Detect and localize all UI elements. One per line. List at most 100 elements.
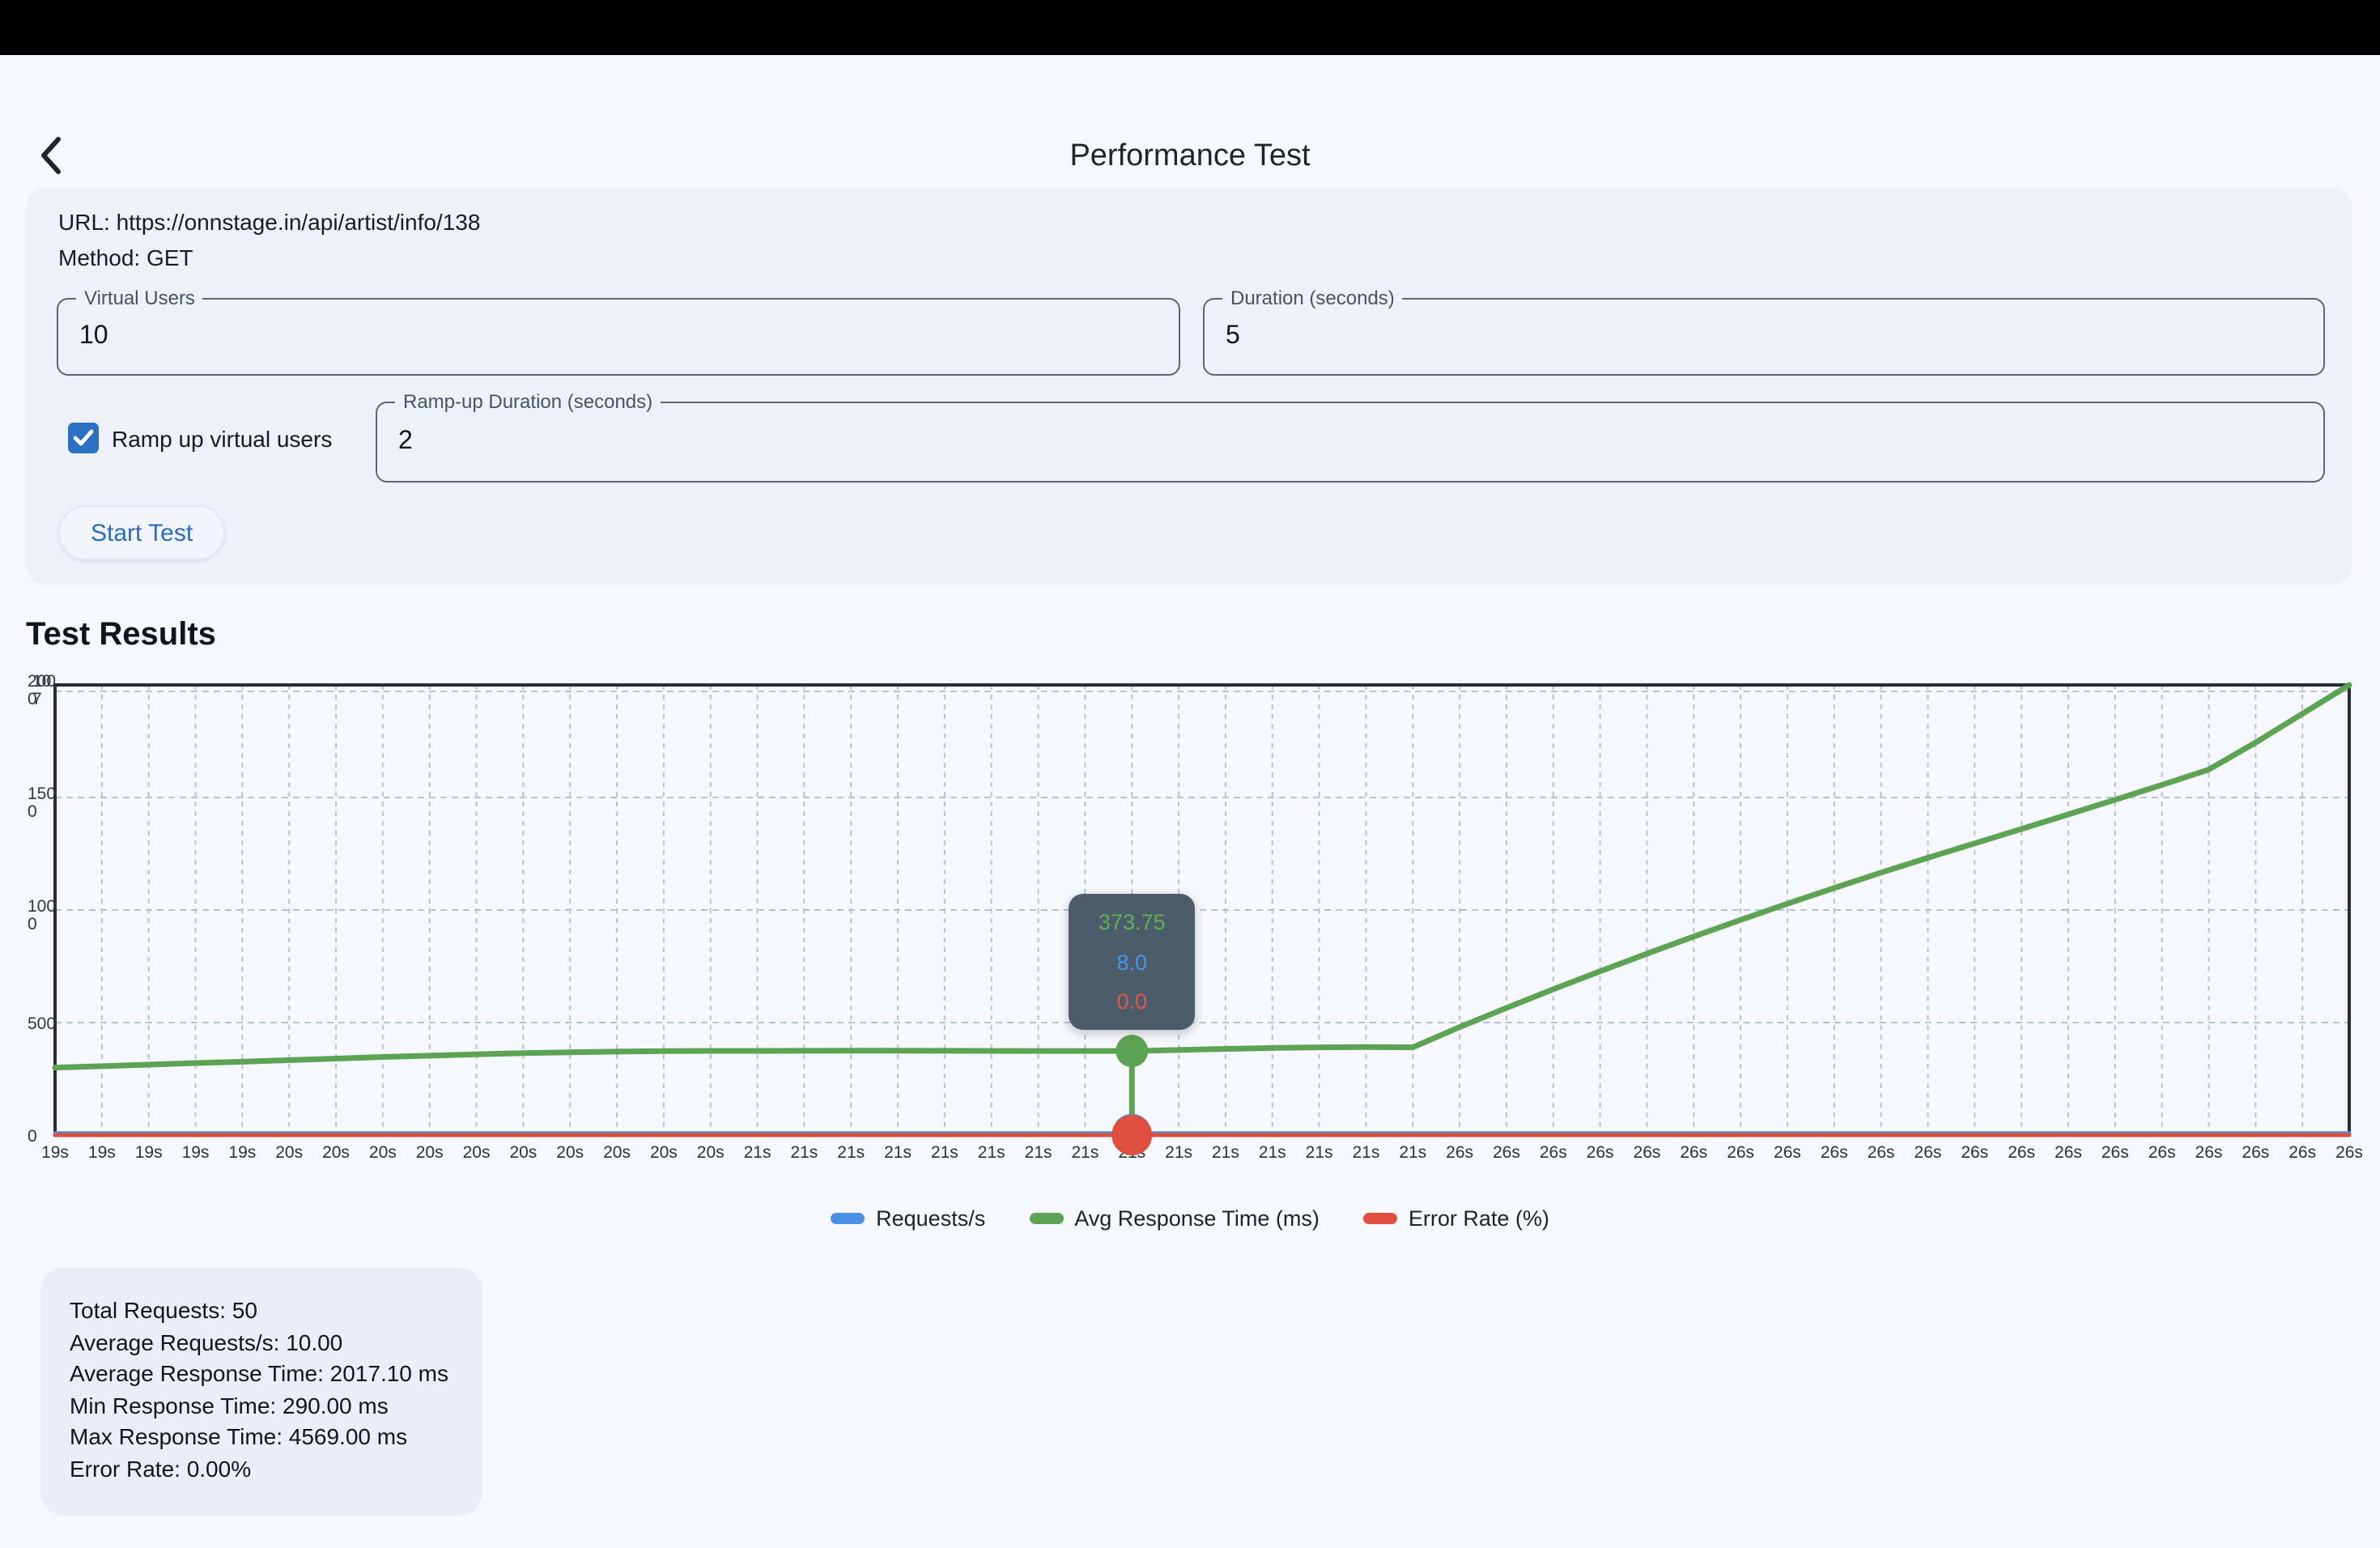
svg-text:26s: 26s xyxy=(1540,1143,1567,1162)
duration-input[interactable] xyxy=(1205,300,2323,374)
svg-text:26s: 26s xyxy=(2008,1143,2035,1162)
svg-text:21s: 21s xyxy=(1306,1143,1333,1162)
svg-text:21s: 21s xyxy=(1259,1143,1286,1162)
svg-text:20s: 20s xyxy=(369,1143,397,1162)
tooltip-error-value: 0.0 xyxy=(1116,990,1147,1014)
chart-legend: Requests/s Avg Response Time (ms) Error … xyxy=(0,1206,2380,1231)
results-chart-section: 200010715001000500019s19s19s19s19s20s20s… xyxy=(0,670,2380,1253)
svg-text:26s: 26s xyxy=(2289,1143,2316,1162)
svg-text:20s: 20s xyxy=(463,1143,491,1162)
svg-text:26s: 26s xyxy=(2055,1143,2082,1162)
error-rate-swatch-icon xyxy=(1363,1213,1397,1225)
x-axis-labels: 19s 19s 19s 19s 19s 20s 20s 20s 20s 20s 20s 20s 20s 2… xyxy=(41,1143,2363,1162)
test-config-card: URL: https://onnstage.in/api/artist/info… xyxy=(26,188,2352,585)
svg-text:19s: 19s xyxy=(135,1143,163,1162)
summary-min-response-time: Min Response Time: 290.00 ms xyxy=(70,1391,453,1423)
svg-text:20s: 20s xyxy=(322,1143,350,1162)
svg-text:21s: 21s xyxy=(884,1143,912,1162)
svg-text:26s: 26s xyxy=(1727,1143,1754,1162)
svg-text:19s: 19s xyxy=(182,1143,210,1162)
horizontal-gridlines xyxy=(55,691,2349,1023)
svg-text:0: 0 xyxy=(28,1127,37,1146)
svg-text:20s: 20s xyxy=(556,1143,584,1162)
tooltip-requests-value: 8.0 xyxy=(1116,950,1147,974)
response-time-swatch-icon xyxy=(1029,1213,1063,1225)
highlight-marker xyxy=(1111,1035,1152,1155)
svg-text:26s: 26s xyxy=(2102,1143,2129,1162)
svg-text:0: 0 xyxy=(28,915,37,933)
ramp-up-duration-label: Ramp-up Duration (seconds) xyxy=(395,390,661,413)
svg-text:26s: 26s xyxy=(1680,1143,1707,1162)
y-axis-labels: 2000107150010005000 xyxy=(28,672,56,1146)
virtual-users-input[interactable] xyxy=(58,300,1179,374)
legend-label-response-time: Avg Response Time (ms) xyxy=(1074,1206,1320,1231)
virtual-users-field: Virtual Users xyxy=(57,298,1180,376)
test-summary-card: Total Requests: 50 Average Requests/s: 1… xyxy=(40,1268,482,1516)
svg-text:26s: 26s xyxy=(2242,1143,2269,1162)
svg-text:21s: 21s xyxy=(1212,1143,1239,1162)
summary-avg-requests: Average Requests/s: 10.00 xyxy=(70,1327,453,1359)
svg-text:500: 500 xyxy=(28,1014,56,1033)
ramp-up-duration-input[interactable] xyxy=(377,403,2323,481)
svg-text:19s: 19s xyxy=(41,1143,69,1162)
tooltip-response-time-value: 373.75 xyxy=(1099,910,1166,934)
ramp-up-checkbox-label: Ramp up virtual users xyxy=(112,425,332,451)
svg-text:26s: 26s xyxy=(1634,1143,1661,1162)
url-text: URL: https://onnstage.in/api/artist/info… xyxy=(58,209,480,235)
start-test-button[interactable]: Start Test xyxy=(58,505,225,560)
svg-text:20s: 20s xyxy=(509,1143,537,1162)
svg-text:0: 0 xyxy=(28,802,37,821)
svg-text:20s: 20s xyxy=(603,1143,631,1162)
svg-text:26s: 26s xyxy=(1868,1143,1895,1162)
performance-test-page: Performance Test URL: https://onnstage.i… xyxy=(0,0,2380,1548)
svg-text:26s: 26s xyxy=(1774,1143,1801,1162)
svg-text:19s: 19s xyxy=(228,1143,256,1162)
legend-label-error-rate: Error Rate (%) xyxy=(1409,1206,1549,1231)
svg-text:150: 150 xyxy=(28,785,56,803)
legend-item-requests[interactable]: Requests/s xyxy=(831,1206,985,1231)
svg-text:26s: 26s xyxy=(2195,1143,2223,1162)
legend-label-requests: Requests/s xyxy=(876,1206,985,1231)
svg-text:26s: 26s xyxy=(2335,1143,2363,1162)
requests-swatch-icon xyxy=(831,1213,865,1225)
svg-text:26s: 26s xyxy=(1915,1143,1942,1162)
svg-text:21s: 21s xyxy=(978,1143,1005,1162)
legend-item-response-time[interactable]: Avg Response Time (ms) xyxy=(1029,1206,1320,1231)
results-heading: Test Results xyxy=(26,617,216,654)
svg-text:20s: 20s xyxy=(416,1143,444,1162)
svg-text:21s: 21s xyxy=(1025,1143,1052,1162)
chart-tooltip: 373.75 8.0 0.0 xyxy=(1069,894,1195,1030)
svg-text:21s: 21s xyxy=(790,1143,818,1162)
summary-avg-response-time: Average Response Time: 2017.10 ms xyxy=(70,1359,453,1390)
summary-max-response-time: Max Response Time: 4569.00 ms xyxy=(70,1423,453,1454)
legend-item-error-rate[interactable]: Error Rate (%) xyxy=(1363,1206,1549,1231)
header: Performance Test xyxy=(0,55,2380,168)
svg-text:26s: 26s xyxy=(1587,1143,1614,1162)
svg-text:26s: 26s xyxy=(1961,1143,1988,1162)
svg-text:26s: 26s xyxy=(1493,1143,1520,1162)
svg-text:20s: 20s xyxy=(275,1143,303,1162)
svg-text:21s: 21s xyxy=(1165,1143,1192,1162)
svg-text:10: 10 xyxy=(32,672,51,691)
series-line-1 xyxy=(55,685,2349,1068)
svg-text:26s: 26s xyxy=(2148,1143,2176,1162)
ramp-up-checkbox[interactable] xyxy=(68,423,99,453)
svg-text:26s: 26s xyxy=(1446,1143,1473,1162)
status-bar xyxy=(0,0,2380,55)
page-title: Performance Test xyxy=(0,139,2380,175)
duration-label: Duration (seconds) xyxy=(1222,287,1403,309)
svg-text:100: 100 xyxy=(28,897,56,916)
svg-text:20s: 20s xyxy=(697,1143,725,1162)
svg-text:21s: 21s xyxy=(837,1143,865,1162)
svg-text:7: 7 xyxy=(32,690,42,708)
virtual-users-label: Virtual Users xyxy=(76,287,203,309)
summary-error-rate: Error Rate: 0.00% xyxy=(70,1454,453,1486)
svg-text:20s: 20s xyxy=(650,1143,678,1162)
duration-field: Duration (seconds) xyxy=(1203,298,2325,376)
svg-text:21s: 21s xyxy=(1399,1143,1426,1162)
svg-text:21s: 21s xyxy=(1352,1143,1379,1162)
svg-text:21s: 21s xyxy=(1071,1143,1099,1162)
svg-text:21s: 21s xyxy=(744,1143,771,1162)
ramp-up-row: Ramp up virtual users xyxy=(68,423,332,453)
svg-text:19s: 19s xyxy=(88,1143,116,1162)
